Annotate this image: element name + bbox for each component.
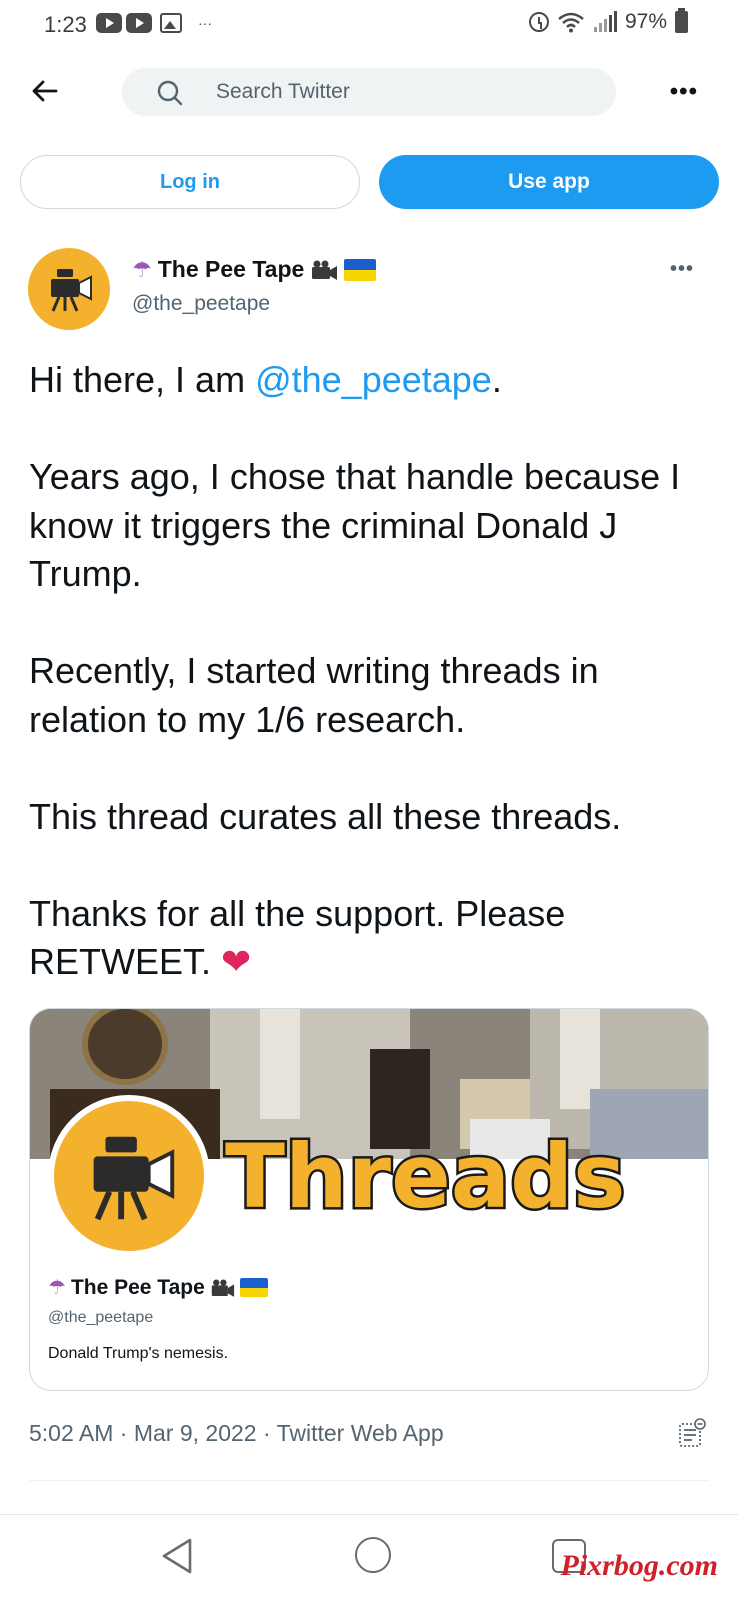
system-icons: 97% xyxy=(528,8,688,34)
author-name-row[interactable]: ☂ The Pee Tape xyxy=(132,256,377,283)
system-nav-bar: Pixrbog.com xyxy=(0,1514,738,1600)
youtube-icon xyxy=(126,13,152,33)
mention-link[interactable]: @the_peetape xyxy=(255,359,492,400)
status-bar: 1:23 ··· 97% xyxy=(0,0,738,48)
status-time: 1:23 xyxy=(44,12,87,37)
tweet-paragraph: Hi there, I am @the_peetape. xyxy=(29,356,719,405)
tweet-text: Hi there, I am @the_peetape. Years ago, … xyxy=(29,356,719,987)
tweet-text-span: . xyxy=(491,359,502,400)
tweet-timestamp[interactable]: 5:02 AM · Mar 9, 2022 · Twitter Web App xyxy=(29,1420,444,1447)
back-button[interactable] xyxy=(30,76,60,106)
header-more-button[interactable]: ••• xyxy=(670,78,698,106)
watermark: Pixrbog.com xyxy=(560,1549,719,1582)
analytics-icon[interactable] xyxy=(678,1418,706,1448)
author-handle[interactable]: @the_peetape xyxy=(132,292,270,316)
card-bio: Donald Trump's nemesis. xyxy=(48,1345,229,1362)
tweet-paragraph: This thread curates all these threads. xyxy=(29,795,622,837)
top-header: ••• xyxy=(0,64,738,120)
card-avatar xyxy=(48,1095,210,1257)
ukraine-flag-icon xyxy=(344,258,377,281)
divider xyxy=(29,1480,709,1481)
search-icon xyxy=(157,80,183,106)
youtube-icon xyxy=(96,13,122,33)
gallery-icon xyxy=(160,13,182,33)
author-name: The Pee Tape xyxy=(157,256,305,282)
card-handle: @the_peetape xyxy=(48,1309,154,1326)
card-name: The Pee Tape xyxy=(70,1275,205,1299)
video-camera-icon xyxy=(93,1136,175,1221)
tweet-more-button[interactable]: ••• xyxy=(670,258,694,281)
wifi-icon xyxy=(557,11,585,33)
umbrella-icon: ☂ xyxy=(132,256,152,282)
battery-percent: 97% xyxy=(624,10,667,33)
notification-icons: ··· xyxy=(96,13,212,33)
login-button[interactable]: Log in xyxy=(20,155,360,209)
card-name-row: ☂ The Pee Tape xyxy=(48,1275,268,1300)
signal-icon xyxy=(593,11,617,33)
alarm-icon xyxy=(528,12,549,32)
tweet-paragraph: Recently, I started writing threads in r… xyxy=(29,650,599,740)
author-avatar[interactable] xyxy=(28,248,110,330)
more-notifications-icon: ··· xyxy=(198,15,212,31)
tweet-text-span: Thanks for all the support. Please RETWE… xyxy=(29,892,566,983)
movie-camera-icon xyxy=(211,1279,234,1297)
heart-emoji: ❤ xyxy=(221,941,252,982)
search-box[interactable] xyxy=(122,68,616,116)
movie-camera-icon xyxy=(312,260,338,280)
banner-title: Threads xyxy=(225,1125,626,1228)
nav-home-icon[interactable] xyxy=(355,1537,391,1573)
search-input[interactable] xyxy=(216,68,596,116)
ukraine-flag-icon xyxy=(239,1278,268,1297)
tweet-paragraph: Thanks for all the support. Please RETWE… xyxy=(29,890,719,987)
video-camera-icon xyxy=(51,269,92,312)
profile-card[interactable]: Threads ☂ The Pee Tape @the_peetape Dona… xyxy=(29,1008,709,1391)
nav-back-icon[interactable] xyxy=(160,1537,194,1575)
umbrella-icon: ☂ xyxy=(48,1277,66,1299)
battery-icon xyxy=(675,8,688,33)
tweet-text-span: Hi there, I am xyxy=(29,359,256,400)
tweet-paragraph: Years ago, I chose that handle because I… xyxy=(29,456,681,594)
use-app-button[interactable]: Use app xyxy=(379,155,719,209)
arrow-left-icon xyxy=(32,80,58,102)
